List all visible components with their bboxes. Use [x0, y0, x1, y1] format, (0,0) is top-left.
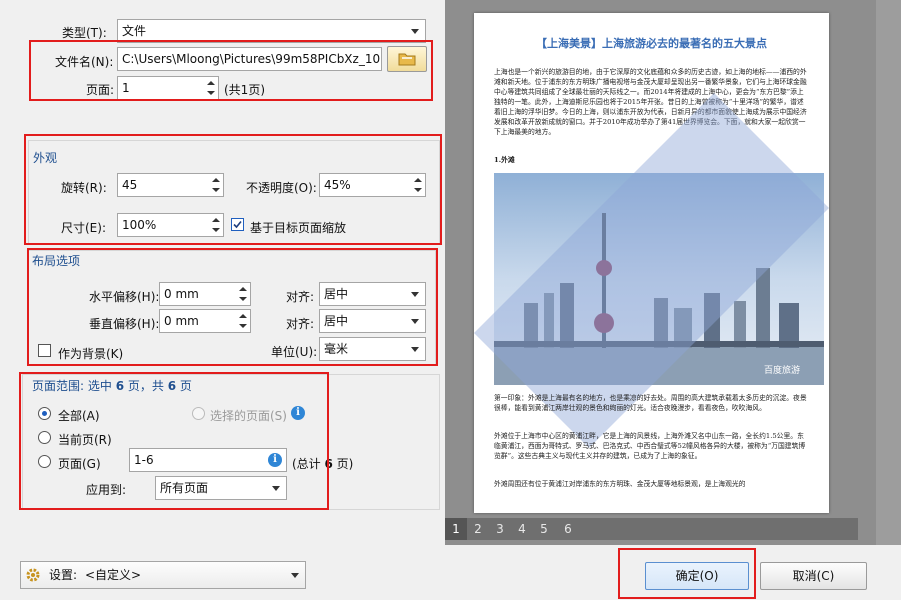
preview-para-3: 外滩位于上海市中心区的黄浦江畔，它是上海的风景线，上海外滩又名中山东一路，全长约…: [494, 432, 806, 460]
gear-icon: [26, 568, 40, 582]
highlight-box-page-range: [19, 372, 329, 510]
page-tab-1[interactable]: 1: [445, 518, 467, 540]
settings-select[interactable]: 设置: <自定义>: [20, 561, 306, 589]
page-tab-4[interactable]: 4: [511, 518, 533, 540]
page-tab-3[interactable]: 3: [489, 518, 511, 540]
settings-label: 设置:: [49, 568, 78, 582]
highlight-box-filename: [29, 40, 433, 101]
preview-para-4: 外滩周围还有位于黄浦江对岸浦东的东方明珠、金茂大厦等地标景观，是上海观光的: [494, 480, 746, 488]
chevron-down-icon: [411, 29, 419, 34]
window-edge: [876, 0, 901, 600]
page-tab-6[interactable]: 6: [557, 518, 579, 540]
chevron-down-icon: [291, 573, 299, 578]
settings-value: <自定义>: [85, 568, 142, 582]
preview-para-2: 第一印象：外滩是上海最有名的地方，也是乘凉的好去处。周围的高大建筑承载着太多历史…: [494, 394, 807, 412]
preview-page[interactable]: 【上海美景】上海旅游必去的最著名的五大景点 上海也是一个新兴的旅游目的地，由于它…: [474, 13, 829, 513]
highlight-box-layout: [27, 248, 438, 366]
settings-pane: 类型(T): 文件 文件名(N): C:\Users\Mloong\Pictur…: [0, 0, 445, 545]
highlight-box-ok: [618, 548, 756, 599]
page-tab-5[interactable]: 5: [533, 518, 555, 540]
watermark-dialog: 类型(T): 文件 文件名(N): C:\Users\Mloong\Pictur…: [0, 0, 901, 600]
footer-bar: 设置: <自定义> 确定(O) 取消(C): [0, 545, 901, 600]
page-navigator: 1 2 3 4 5 6: [445, 518, 858, 540]
page-tab-2[interactable]: 2: [467, 518, 489, 540]
cancel-button[interactable]: 取消(C): [760, 562, 867, 590]
highlight-box-appearance: [24, 134, 442, 245]
type-label: 类型(T):: [62, 26, 107, 40]
type-select-value: 文件: [122, 24, 147, 38]
